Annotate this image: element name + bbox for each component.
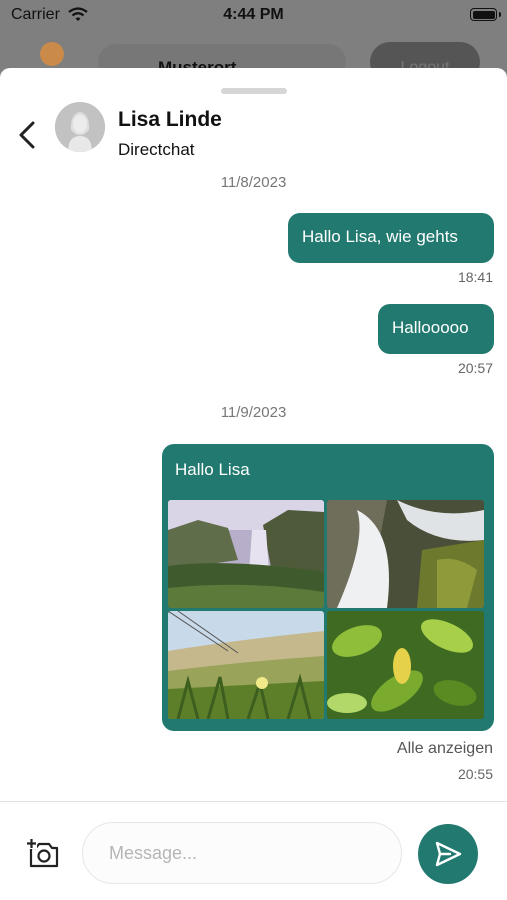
camera-add-icon[interactable] (26, 838, 60, 870)
background-avatar (40, 42, 64, 66)
leaves-image[interactable] (327, 611, 484, 719)
clock: 4:44 PM (223, 6, 284, 23)
message-bubble[interactable]: Hallo Lisa, wie gehts (288, 213, 494, 263)
message-text: Hallooooo (392, 318, 469, 337)
waterfall-image[interactable] (168, 500, 324, 608)
message-bubble[interactable]: Hallooooo (378, 304, 494, 354)
message-timestamp: 20:57 (457, 360, 493, 376)
chat-type-label: Directchat (118, 140, 195, 159)
sheet-grabber[interactable] (221, 88, 287, 94)
message-timestamp: 20:55 (457, 766, 493, 782)
dune-grass-image[interactable] (168, 611, 324, 719)
message-timestamp: 18:41 (457, 269, 493, 285)
message-text: Hallo Lisa, wie gehts (302, 227, 458, 246)
message-text: Hallo Lisa (175, 460, 250, 479)
date-separator: 11/8/2023 (220, 174, 287, 191)
image-message-bubble[interactable]: Hallo Lisa (162, 444, 494, 731)
status-bar: Carrier 4:44 PM (0, 0, 507, 32)
send-icon (435, 841, 462, 867)
message-composer: Message... (0, 801, 507, 900)
stream-image[interactable] (327, 500, 484, 608)
date-separator: 11/9/2023 (220, 404, 287, 421)
send-button[interactable] (418, 824, 478, 884)
chat-sheet: Lisa Linde Directchat 11/8/2023 Hallo Li… (0, 68, 507, 900)
show-all-link[interactable]: Alle anzeigen (397, 740, 493, 758)
contact-name: Lisa Linde (118, 108, 222, 131)
battery-icon (470, 8, 501, 21)
chevron-left-icon[interactable] (14, 118, 42, 152)
avatar[interactable] (55, 102, 105, 152)
message-input[interactable]: Message... (82, 822, 402, 884)
message-input-placeholder: Message... (109, 843, 198, 863)
